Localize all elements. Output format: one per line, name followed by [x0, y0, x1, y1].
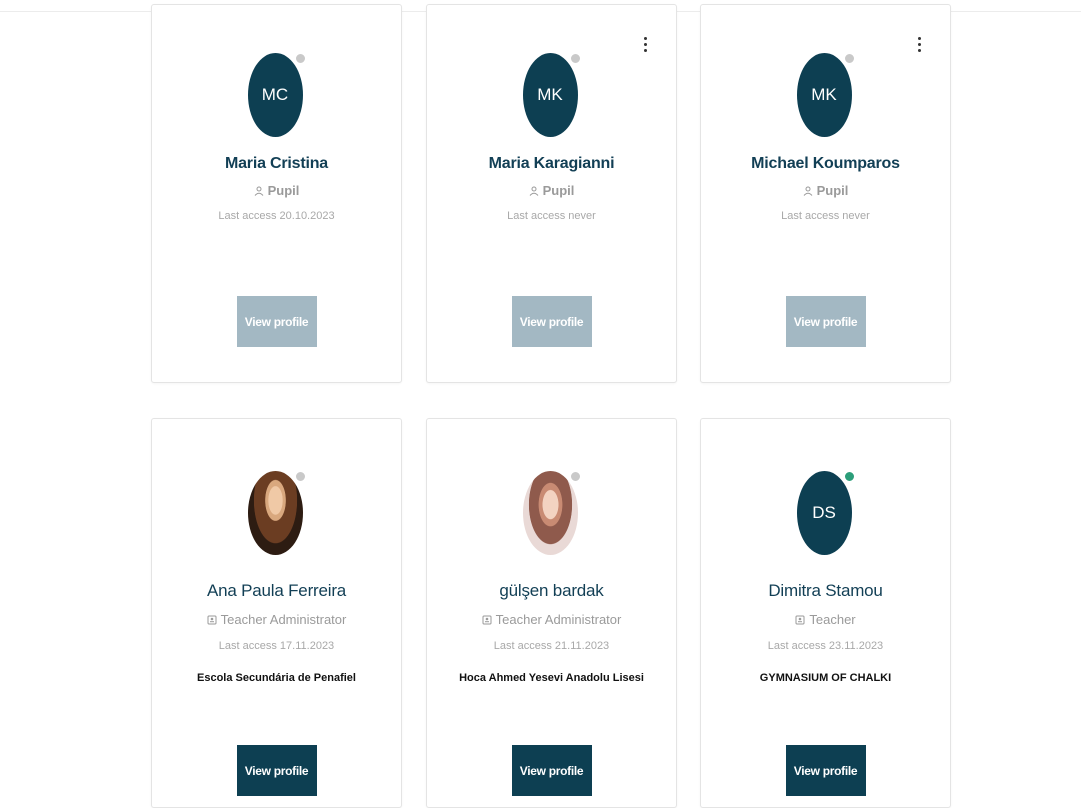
last-access: Last access 23.11.2023 — [767, 640, 884, 652]
avatar-container: MK — [522, 53, 581, 137]
user-card: MK Maria Karagianni Pupil Last access ne… — [426, 4, 677, 383]
user-role-label: Teacher Administrator — [495, 612, 622, 627]
status-dot — [843, 53, 855, 64]
view-profile-button[interactable]: View profile — [511, 296, 592, 347]
user-icon — [803, 186, 812, 196]
user-role: Teacher — [701, 612, 950, 627]
avatar-photo[interactable] — [247, 471, 303, 555]
more-options-icon[interactable] — [914, 37, 924, 59]
user-card: Ana Paula Ferreira Teacher Administrator… — [151, 418, 402, 808]
user-card: DS Dimitra Stamou Teacher Last access 23… — [700, 418, 951, 808]
avatar[interactable]: MC — [247, 53, 303, 137]
school-name: Hoca Ahmed Yesevi Anadolu Lisesi — [459, 672, 644, 684]
avatar-container: DS — [796, 471, 855, 555]
status-dot — [569, 53, 581, 64]
user-name[interactable]: gülşen bardak — [427, 581, 676, 601]
view-profile-button[interactable]: View profile — [511, 745, 592, 796]
view-profile-button[interactable]: View profile — [785, 745, 866, 796]
user-name[interactable]: Dimitra Stamou — [701, 581, 950, 601]
id-badge-icon — [795, 615, 805, 625]
status-dot — [294, 471, 306, 482]
last-access: Last access 21.11.2023 — [493, 640, 610, 652]
user-role: Pupil — [427, 183, 676, 198]
avatar[interactable]: MK — [522, 53, 578, 137]
user-role-label: Pupil — [267, 183, 300, 198]
user-icon — [529, 186, 538, 196]
user-icon — [254, 186, 263, 196]
view-profile-button[interactable]: View profile — [236, 745, 317, 796]
avatar-photo[interactable] — [522, 471, 578, 555]
avatar-container — [247, 471, 306, 555]
avatar-container: MK — [796, 53, 855, 137]
last-access: Last access 20.10.2023 — [218, 210, 335, 222]
user-name[interactable]: Maria Karagianni — [427, 155, 676, 173]
user-name[interactable]: Maria Cristina — [152, 155, 401, 173]
status-dot — [294, 53, 306, 64]
user-card: gülşen bardak Teacher Administrator Last… — [426, 418, 677, 808]
avatar[interactable]: MK — [796, 53, 852, 137]
user-role: Teacher Administrator — [152, 612, 401, 627]
user-role-label: Pupil — [816, 183, 849, 198]
school-name: GYMNASIUM OF CHALKI — [759, 672, 892, 684]
avatar-container — [522, 471, 581, 555]
status-dot — [569, 471, 581, 482]
user-role-label: Teacher Administrator — [220, 612, 347, 627]
school-name: Escola Secundária de Penafiel — [197, 672, 356, 684]
more-options-icon[interactable] — [640, 37, 650, 59]
view-profile-button[interactable]: View profile — [236, 296, 317, 347]
id-badge-icon — [207, 615, 217, 625]
avatar-container: MC — [247, 53, 306, 137]
user-card: MC Maria Cristina Pupil Last access 20.1… — [151, 4, 402, 383]
avatar[interactable]: DS — [796, 471, 852, 555]
status-dot-online — [843, 471, 855, 482]
last-access: Last access never — [781, 210, 870, 222]
user-role: Pupil — [701, 183, 950, 198]
user-role: Pupil — [152, 183, 401, 198]
user-name[interactable]: Michael Koumparos — [701, 155, 950, 173]
user-role-label: Teacher — [809, 612, 856, 627]
user-role: Teacher Administrator — [427, 612, 676, 627]
last-access: Last access 17.11.2023 — [218, 640, 335, 652]
user-role-label: Pupil — [542, 183, 575, 198]
user-name[interactable]: Ana Paula Ferreira — [152, 581, 401, 601]
id-badge-icon — [482, 615, 492, 625]
user-card: MK Michael Koumparos Pupil Last access n… — [700, 4, 951, 383]
user-card-grid: MC Maria Cristina Pupil Last access 20.1… — [151, 0, 951, 808]
last-access: Last access never — [507, 210, 596, 222]
view-profile-button[interactable]: View profile — [785, 296, 866, 347]
